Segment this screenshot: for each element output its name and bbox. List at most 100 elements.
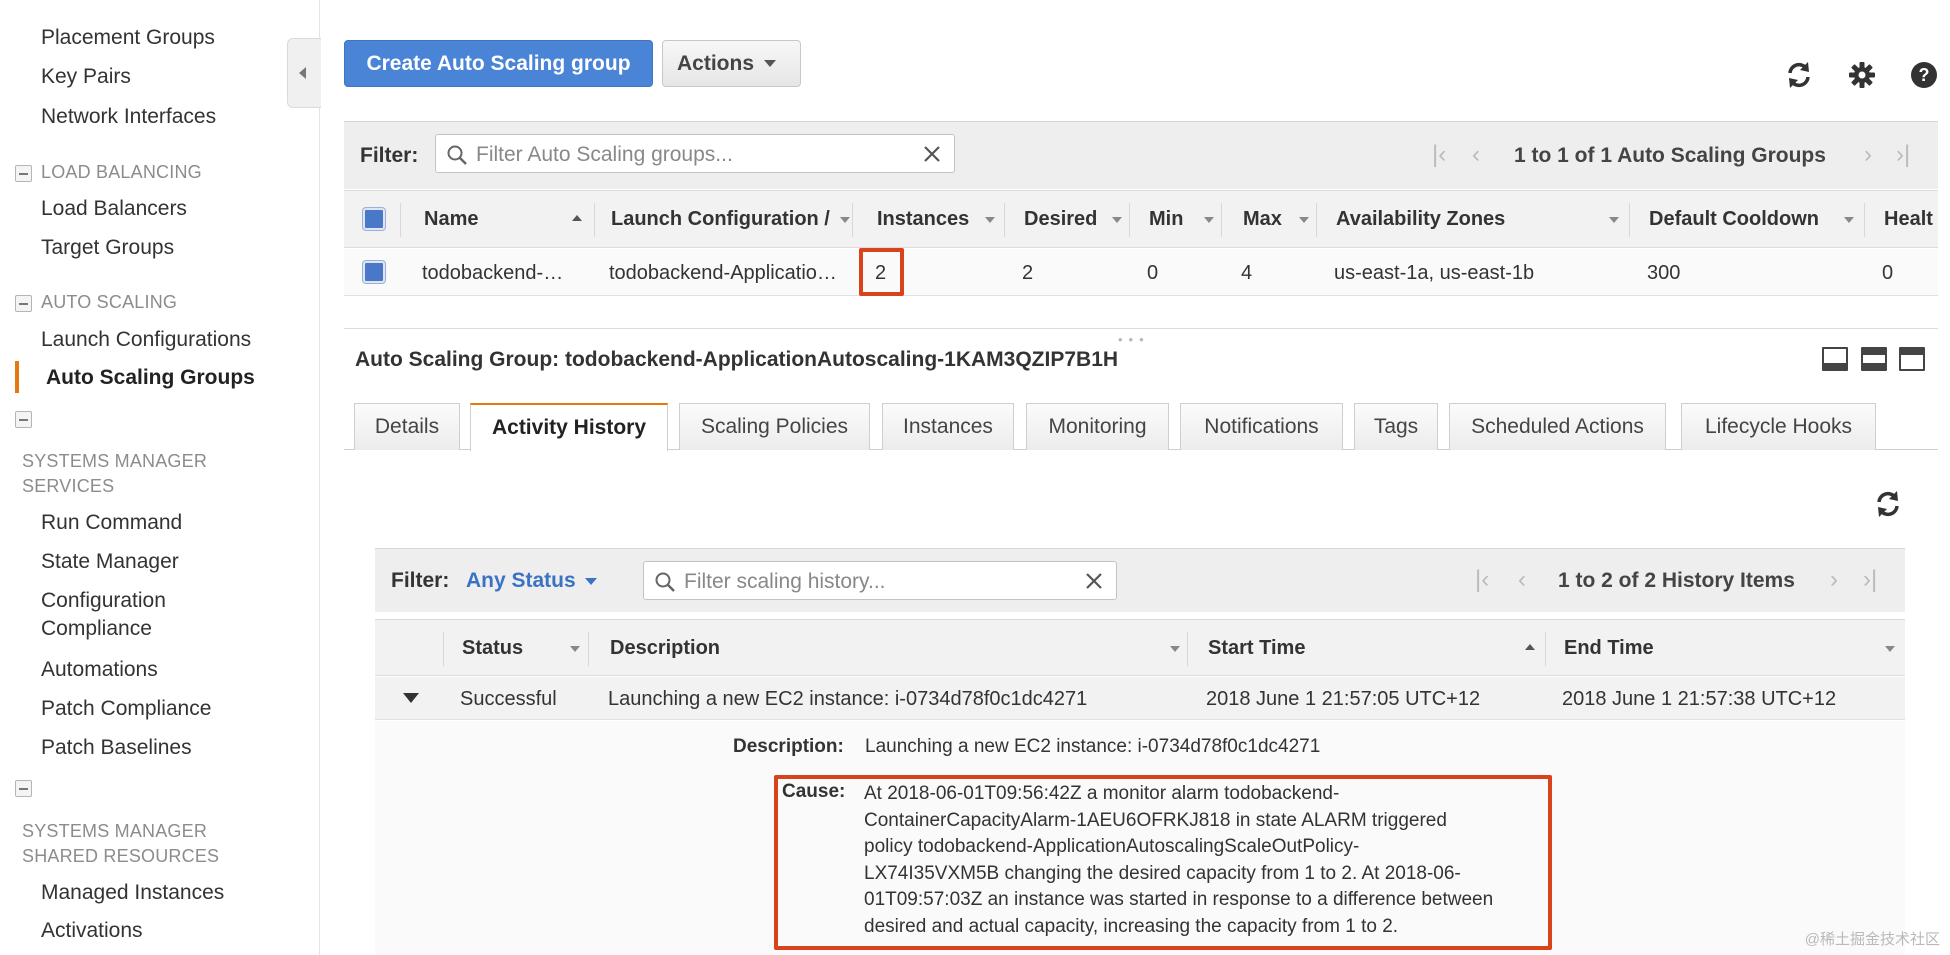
table-row[interactable]: todobackend-… todobackend-Applicatio… 2 … xyxy=(344,249,1938,296)
panel-split-icon[interactable] xyxy=(1861,347,1887,371)
sidebar-item-load-balancers[interactable]: Load Balancers xyxy=(41,195,187,223)
resize-handle-icon[interactable]: ••• xyxy=(1118,332,1150,347)
clear-icon[interactable] xyxy=(1084,571,1104,597)
previous-page-icon[interactable]: ‹ xyxy=(1518,566,1526,594)
column-health[interactable]: Healt xyxy=(1884,208,1933,231)
status-filter-dropdown[interactable]: Any Status xyxy=(466,569,597,593)
sidebar-item-state-manager[interactable]: State Manager xyxy=(41,548,179,576)
instances-highlight-box xyxy=(859,248,904,296)
sidebar-item-network-interfaces[interactable]: Network Interfaces xyxy=(41,103,216,131)
collapse-shared-resources-icon[interactable] xyxy=(15,780,32,797)
sidebar-item-patch-baselines[interactable]: Patch Baselines xyxy=(41,734,192,762)
sidebar-item-key-pairs[interactable]: Key Pairs xyxy=(41,63,131,91)
column-end-time[interactable]: End Time xyxy=(1564,637,1654,660)
sort-ascending-icon[interactable] xyxy=(572,215,582,221)
gear-icon[interactable] xyxy=(1846,59,1878,91)
actions-dropdown-button[interactable]: Actions xyxy=(662,40,801,87)
tab-activity-history[interactable]: Activity History xyxy=(470,403,668,451)
section-auto-scaling: AUTO SCALING xyxy=(41,292,178,312)
column-start-time[interactable]: Start Time xyxy=(1208,637,1305,660)
section-load-balancing: LOAD BALANCING xyxy=(41,162,202,182)
column-availability-zones[interactable]: Availability Zones xyxy=(1336,208,1505,231)
cell-min: 0 xyxy=(1147,262,1159,284)
next-page-icon[interactable]: › xyxy=(1830,566,1838,594)
groups-filter-label: Filter: xyxy=(360,144,419,167)
table-row[interactable]: Successful Launching a new EC2 instance:… xyxy=(375,677,1905,720)
refresh-history-icon[interactable] xyxy=(1872,488,1904,520)
tab-notifications[interactable]: Notifications xyxy=(1180,403,1343,450)
sort-caret-icon[interactable] xyxy=(1844,217,1854,223)
sidebar-item-target-groups[interactable]: Target Groups xyxy=(41,234,174,262)
column-instances[interactable]: Instances xyxy=(877,208,969,231)
previous-page-icon[interactable]: ‹ xyxy=(1472,141,1480,169)
column-description[interactable]: Description xyxy=(610,637,720,660)
last-page-icon[interactable]: ›| xyxy=(1863,566,1877,594)
column-desired[interactable]: Desired xyxy=(1024,208,1097,231)
history-search-input[interactable]: Filter scaling history... xyxy=(643,561,1117,600)
collapse-systems-manager-services-icon[interactable] xyxy=(15,411,32,428)
sidebar-item-automations[interactable]: Automations xyxy=(41,656,158,684)
cause-highlight-box xyxy=(774,775,1552,950)
history-search-placeholder: Filter scaling history... xyxy=(684,570,886,593)
clear-icon[interactable] xyxy=(922,144,942,170)
first-page-icon[interactable]: |‹ xyxy=(1475,566,1489,594)
tab-tags[interactable]: Tags xyxy=(1354,403,1438,450)
sidebar-item-placement-groups[interactable]: Placement Groups xyxy=(41,24,215,52)
last-page-icon[interactable]: ›| xyxy=(1896,141,1910,169)
sidebar-item-configuration-compliance[interactable]: Configuration Compliance xyxy=(41,587,261,643)
first-page-icon[interactable]: |‹ xyxy=(1432,141,1446,169)
column-name[interactable]: Name xyxy=(424,208,478,231)
sort-caret-icon[interactable] xyxy=(840,217,850,223)
sidebar-item-run-command[interactable]: Run Command xyxy=(41,509,182,537)
column-default-cooldown[interactable]: Default Cooldown xyxy=(1649,208,1819,231)
sidebar-item-auto-scaling-groups[interactable]: Auto Scaling Groups xyxy=(46,364,255,392)
collapse-load-balancing-icon[interactable] xyxy=(15,165,32,182)
collapse-row-icon[interactable] xyxy=(403,693,419,703)
tab-scaling-policies[interactable]: Scaling Policies xyxy=(679,403,870,450)
tab-instances[interactable]: Instances xyxy=(882,403,1014,450)
cell-launch-configuration: todobackend-Applicatio… xyxy=(609,262,837,284)
sort-caret-icon[interactable] xyxy=(1299,217,1309,223)
svg-text:?: ? xyxy=(1919,65,1930,85)
history-pager-text: 1 to 2 of 2 History Items xyxy=(1558,569,1795,592)
column-max[interactable]: Max xyxy=(1243,208,1282,231)
sort-caret-icon[interactable] xyxy=(570,646,580,652)
select-all-checkbox[interactable] xyxy=(363,208,385,230)
sort-caret-icon[interactable] xyxy=(985,217,995,223)
tab-monitoring[interactable]: Monitoring xyxy=(1026,403,1169,450)
next-page-icon[interactable]: › xyxy=(1864,141,1872,169)
cell-health: 0 xyxy=(1882,262,1894,284)
sidebar-item-launch-configurations[interactable]: Launch Configurations xyxy=(41,326,251,354)
sort-caret-icon[interactable] xyxy=(1204,217,1214,223)
sidebar-item-managed-instances[interactable]: Managed Instances xyxy=(41,879,224,907)
sort-ascending-icon[interactable] xyxy=(1525,644,1535,650)
collapse-auto-scaling-icon[interactable] xyxy=(15,295,32,312)
help-icon[interactable]: ? xyxy=(1908,59,1940,91)
panel-bottom-icon[interactable] xyxy=(1822,347,1848,371)
groups-search-input[interactable]: Filter Auto Scaling groups... xyxy=(435,134,955,173)
description-value: Launching a new EC2 instance: i-0734d78f… xyxy=(865,736,1321,757)
column-status[interactable]: Status xyxy=(462,637,523,660)
row-checkbox[interactable] xyxy=(363,261,385,283)
tab-scheduled-actions[interactable]: Scheduled Actions xyxy=(1449,403,1666,450)
create-auto-scaling-group-button[interactable]: Create Auto Scaling group xyxy=(344,40,653,87)
sidebar-item-activations[interactable]: Activations xyxy=(41,917,143,945)
sort-caret-icon[interactable] xyxy=(1170,646,1180,652)
watermark: @稀土掘金技术社区 xyxy=(1804,931,1940,948)
column-min[interactable]: Min xyxy=(1149,208,1183,231)
cell-desired: 2 xyxy=(1022,262,1034,284)
groups-filter-bar: Filter: Filter Auto Scaling groups... |‹… xyxy=(344,121,1938,189)
refresh-icon[interactable] xyxy=(1783,59,1815,91)
sort-caret-icon[interactable] xyxy=(1885,646,1895,652)
sort-caret-icon[interactable] xyxy=(1112,217,1122,223)
sidebar-collapse-toggle-icon[interactable] xyxy=(287,38,321,108)
tab-lifecycle-hooks[interactable]: Lifecycle Hooks xyxy=(1681,403,1876,450)
search-icon xyxy=(446,144,468,172)
sort-caret-icon[interactable] xyxy=(1609,217,1619,223)
tab-details[interactable]: Details xyxy=(354,403,460,450)
column-launch-configuration[interactable]: Launch Configuration / xyxy=(611,208,830,231)
panel-top-icon[interactable] xyxy=(1899,347,1925,371)
cell-max: 4 xyxy=(1241,262,1253,284)
cell-availability-zones: us-east-1a, us-east-1b xyxy=(1334,262,1535,284)
sidebar-item-patch-compliance[interactable]: Patch Compliance xyxy=(41,695,211,723)
